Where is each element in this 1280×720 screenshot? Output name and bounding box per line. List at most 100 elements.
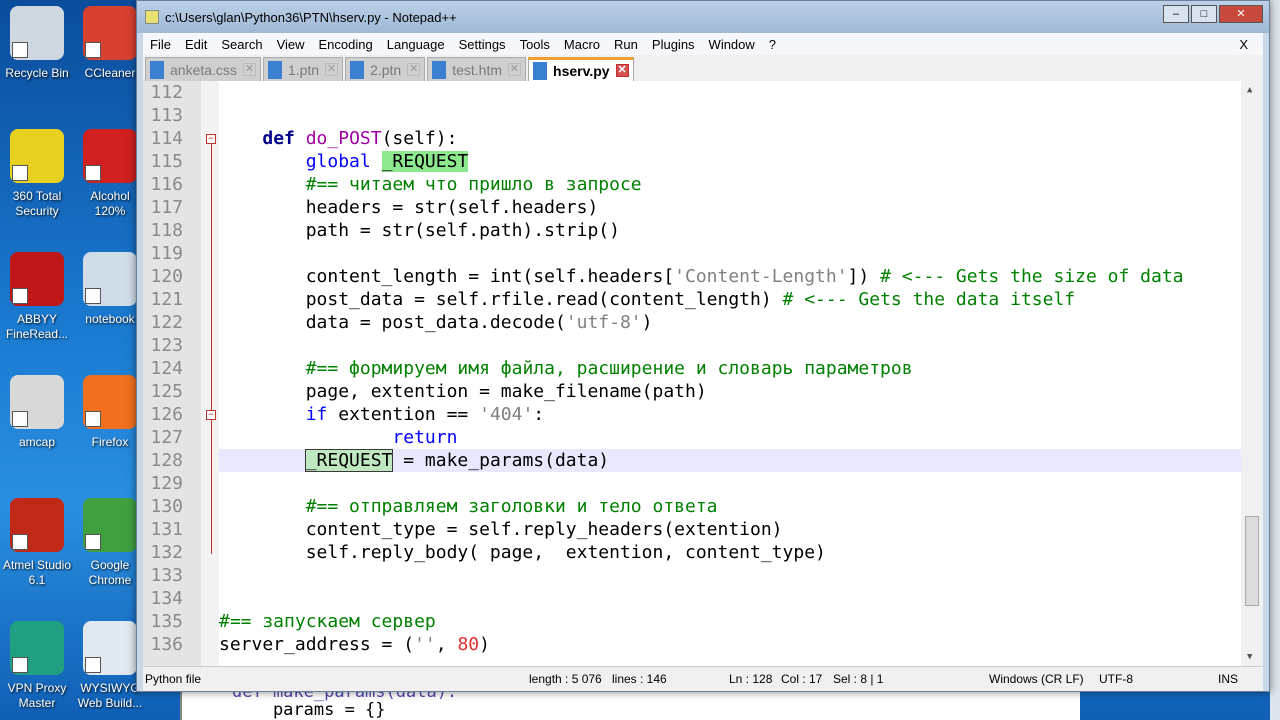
desktop-icon[interactable]: amcap bbox=[2, 375, 72, 450]
desktop-icon[interactable]: Alcohol 120% bbox=[75, 129, 145, 219]
code-text[interactable]: def do_POST(self): bbox=[219, 127, 457, 150]
menu-item-file[interactable]: File bbox=[143, 37, 178, 52]
tab-label: 1.ptn bbox=[287, 61, 320, 78]
tab-close-icon[interactable]: ✕ bbox=[615, 64, 629, 77]
code-line: 131 content_type = self.reply_headers(ex… bbox=[143, 518, 1241, 541]
code-token: '' bbox=[414, 634, 436, 655]
desktop-icon-image bbox=[10, 621, 64, 675]
code-line: 112 bbox=[143, 81, 1241, 104]
desktop-icon-label: VPN Proxy Master bbox=[7, 681, 67, 710]
desktop-icon-image bbox=[83, 252, 137, 306]
status-encoding[interactable]: UTF-8 bbox=[1099, 672, 1133, 686]
code-text[interactable]: if extention == '404': bbox=[219, 403, 544, 426]
code-text[interactable]: #== формируем имя файла, расширение и сл… bbox=[219, 357, 913, 380]
menu-item-language[interactable]: Language bbox=[380, 37, 452, 52]
scroll-up-arrow-icon[interactable]: ▲ bbox=[1247, 85, 1252, 95]
scrollbar-thumb[interactable] bbox=[1245, 516, 1259, 606]
tab-close-icon[interactable]: ✕ bbox=[407, 63, 421, 76]
menu-item-tools[interactable]: Tools bbox=[513, 37, 557, 52]
desktop-icon[interactable]: WYSIWYG Web Build... bbox=[75, 621, 145, 711]
tab-hserv-py[interactable]: hserv.py ✕ bbox=[528, 57, 634, 81]
code-token: return bbox=[392, 427, 458, 448]
code-text[interactable]: page, extention = make_filename(path) bbox=[219, 380, 707, 403]
desktop-icon-label: WYSIWYG Web Build... bbox=[77, 681, 143, 710]
desktop-icon-image bbox=[83, 498, 137, 552]
desktop-icon[interactable]: notebook bbox=[75, 252, 145, 327]
scroll-down-arrow-icon[interactable]: ▼ bbox=[1247, 652, 1252, 662]
code-text[interactable]: global _REQUEST bbox=[219, 150, 469, 173]
code-token: content_type = self.reply_headers(extent… bbox=[219, 519, 783, 540]
desktop-icon-image bbox=[83, 375, 137, 429]
desktop-icon[interactable]: Atmel Studio 6.1 bbox=[2, 498, 72, 588]
desktop-icon[interactable]: CCleaner bbox=[75, 6, 145, 81]
tab-close-icon[interactable]: ✕ bbox=[325, 63, 339, 76]
code-line: 116 #== читаем что пришло в запросе bbox=[143, 173, 1241, 196]
code-text[interactable]: return bbox=[219, 426, 457, 449]
tab-2-ptn[interactable]: 2.ptn ✕ bbox=[345, 57, 426, 81]
menu-item-view[interactable]: View bbox=[270, 37, 312, 52]
tab-close-icon[interactable]: ✕ bbox=[242, 63, 256, 76]
menu-item-help[interactable]: ? bbox=[762, 37, 783, 52]
title-bar[interactable]: c:\Users\glan\Python36\PTN\hserv.py - No… bbox=[137, 1, 1269, 33]
tab-anketa-css[interactable]: anketa.css ✕ bbox=[145, 57, 261, 81]
code-text[interactable]: headers = str(self.headers) bbox=[219, 196, 599, 219]
close-window-button[interactable]: ✕ bbox=[1219, 5, 1263, 23]
line-number: 121 bbox=[150, 289, 183, 310]
menu-item-window[interactable]: Window bbox=[702, 37, 762, 52]
menu-item-run[interactable]: Run bbox=[607, 37, 645, 52]
code-text[interactable]: content_length = int(self.headers['Conte… bbox=[219, 265, 1184, 288]
status-insert-mode[interactable]: INS bbox=[1218, 672, 1238, 686]
menu-item-plugins[interactable]: Plugins bbox=[645, 37, 702, 52]
status-lines: lines : 146 bbox=[612, 672, 667, 686]
status-eol[interactable]: Windows (CR LF) bbox=[989, 672, 1084, 686]
menu-item-macro[interactable]: Macro bbox=[557, 37, 607, 52]
desktop-icon[interactable]: 360 Total Security bbox=[2, 129, 72, 219]
close-document-button[interactable]: X bbox=[1232, 37, 1255, 52]
code-text[interactable]: #== читаем что пришло в запросе bbox=[219, 173, 642, 196]
code-token: headers = str(self.headers) bbox=[219, 197, 599, 218]
code-token: ) bbox=[479, 634, 490, 655]
vertical-scrollbar[interactable]: ▲ ▼ bbox=[1241, 81, 1263, 666]
tab-1-ptn[interactable]: 1.ptn ✕ bbox=[262, 57, 344, 81]
menu-item-encoding[interactable]: Encoding bbox=[312, 37, 380, 52]
code-token: extention == bbox=[327, 404, 480, 425]
desktop-icon[interactable]: Google Chrome bbox=[75, 498, 145, 588]
tab-close-icon[interactable]: ✕ bbox=[508, 63, 522, 76]
code-text[interactable]: #== отправляем заголовки и тело ответа bbox=[219, 495, 718, 518]
code-text[interactable]: #== запускаем сервер bbox=[219, 610, 436, 633]
code-text[interactable]: server_address = ('', 80) bbox=[219, 633, 490, 656]
desktop-icon[interactable]: VPN Proxy Master bbox=[2, 621, 72, 711]
line-number: 122 bbox=[150, 312, 183, 333]
code-line: 117 headers = str(self.headers) bbox=[143, 196, 1241, 219]
code-text[interactable]: data = post_data.decode('utf-8') bbox=[219, 311, 653, 334]
desktop-icon-image bbox=[10, 498, 64, 552]
code-text[interactable]: _REQUEST = make_params(data) bbox=[219, 449, 610, 472]
menu-item-edit[interactable]: Edit bbox=[178, 37, 214, 52]
menu-item-search[interactable]: Search bbox=[214, 37, 269, 52]
line-number: 128 bbox=[150, 450, 183, 471]
line-number: 129 bbox=[150, 473, 183, 494]
minimize-button[interactable]: – bbox=[1163, 5, 1189, 23]
line-number: 124 bbox=[150, 358, 183, 379]
code-text[interactable]: path = str(self.path).strip() bbox=[219, 219, 620, 242]
code-text[interactable]: self.reply_body( page, extention, conten… bbox=[219, 541, 826, 564]
background-window-edge bbox=[1270, 0, 1280, 720]
desktop-icon-label: notebook bbox=[85, 312, 135, 326]
desktop-icon[interactable]: Firefox bbox=[75, 375, 145, 450]
desktop-icon[interactable]: Recycle Bin bbox=[2, 6, 72, 81]
code-token: post_data = self.rfile.read(content_leng… bbox=[219, 289, 783, 310]
file-saved-icon bbox=[150, 60, 164, 79]
code-editor[interactable]: − − 112 113 114 def do_POST(self): 115 glob… bbox=[143, 81, 1263, 666]
menu-item-settings[interactable]: Settings bbox=[452, 37, 513, 52]
desktop-icon-image bbox=[83, 6, 137, 60]
code-text[interactable]: post_data = self.rfile.read(content_leng… bbox=[219, 288, 1075, 311]
desktop-icon[interactable]: ABBYY FineRead... bbox=[2, 252, 72, 342]
maximize-button[interactable]: □ bbox=[1191, 5, 1217, 23]
code-line: 133 bbox=[143, 564, 1241, 587]
code-token: global bbox=[305, 151, 371, 172]
tab-test-htm[interactable]: test.htm ✕ bbox=[427, 57, 527, 81]
code-token: 'Content-Length' bbox=[674, 266, 848, 287]
code-text[interactable]: content_type = self.reply_headers(extent… bbox=[219, 518, 783, 541]
